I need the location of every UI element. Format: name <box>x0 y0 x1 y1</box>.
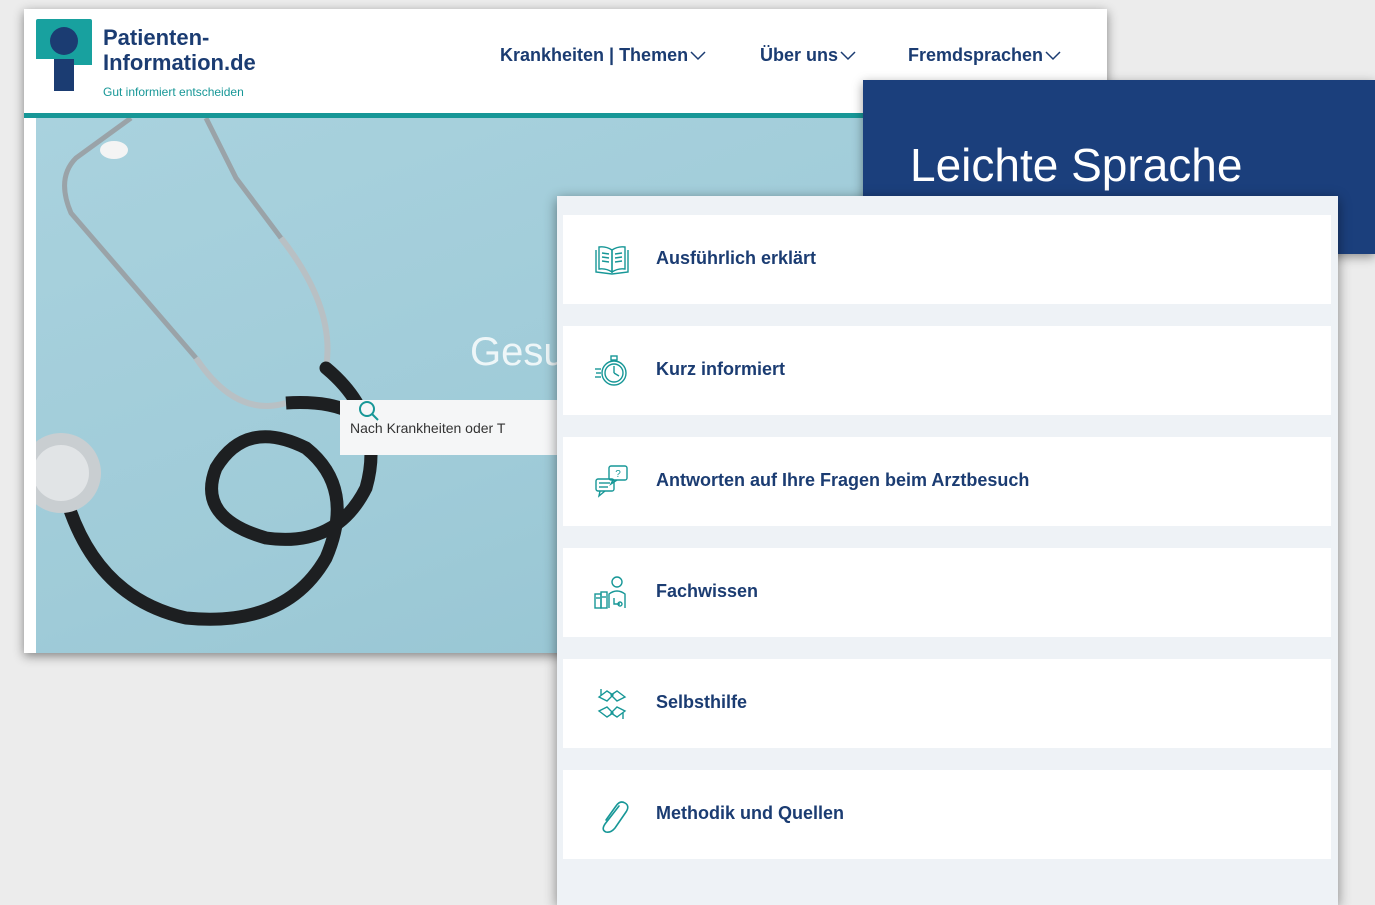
menu-item-label: Kurz informiert <box>656 359 786 379</box>
nav-ueber-uns[interactable]: Über uns <box>760 45 856 66</box>
menu-item-label: Ausführlich erklärt <box>656 248 817 268</box>
chevron-down-icon <box>1045 51 1061 61</box>
search-icon <box>359 401 379 421</box>
chevron-down-icon <box>690 51 706 61</box>
logo-mark-icon <box>36 19 92 91</box>
svg-text:?: ? <box>615 469 621 480</box>
menu-item-kurz-informiert[interactable]: Kurz informiert <box>563 326 1331 415</box>
nav-label: Krankheiten | Themen <box>500 45 689 65</box>
nav-fremdsprachen[interactable]: Fremdsprachen <box>908 45 1061 66</box>
menu-item-antworten-arztbesuch[interactable]: ? Antworten auf Ihre Fragen beim Arztbes… <box>563 437 1331 526</box>
menu-item-methodik-quellen[interactable]: Methodik und Quellen <box>563 770 1331 859</box>
menu-item-fachwissen[interactable]: Fachwissen <box>563 548 1331 637</box>
banner-title: Leichte Sprache <box>910 139 1243 191</box>
menu-item-label: Selbsthilfe <box>656 692 748 712</box>
stopwatch-icon <box>595 355 627 386</box>
doctor-books-icon <box>594 576 626 609</box>
menu-item-ausfuehrlich-erklaert[interactable]: Ausführlich erklärt <box>563 215 1331 304</box>
hero-title: Gesu <box>470 330 566 374</box>
info-menu: Ausführlich erklärt Kurz informiert ? An… <box>557 196 1338 905</box>
paperclip-icon <box>602 801 629 833</box>
chevron-down-icon <box>840 51 856 61</box>
menu-item-label: Methodik und Quellen <box>656 803 844 823</box>
book-icon <box>595 246 629 275</box>
question-chat-icon: ? <box>595 465 628 498</box>
logo-line-1: Patienten- <box>103 25 210 50</box>
nav-label: Fremdsprachen <box>908 45 1044 65</box>
site-logo[interactable]: Patienten- Information.de Gut informiert… <box>36 19 286 99</box>
logo-wordmark: Patienten- Information.de <box>103 25 256 75</box>
helping-hands-icon <box>597 689 627 719</box>
nav-label: Über uns <box>760 45 839 65</box>
menu-item-label: Fachwissen <box>656 581 759 601</box>
logo-tagline: Gut informiert entscheiden <box>103 85 244 99</box>
nav-krankheiten-themen[interactable]: Krankheiten | Themen <box>500 45 706 66</box>
menu-item-selbsthilfe[interactable]: Selbsthilfe <box>563 659 1331 748</box>
logo-line-2: Information.de <box>103 50 256 75</box>
menu-item-label: Antworten auf Ihre Fragen beim Arztbesuc… <box>656 470 1030 490</box>
